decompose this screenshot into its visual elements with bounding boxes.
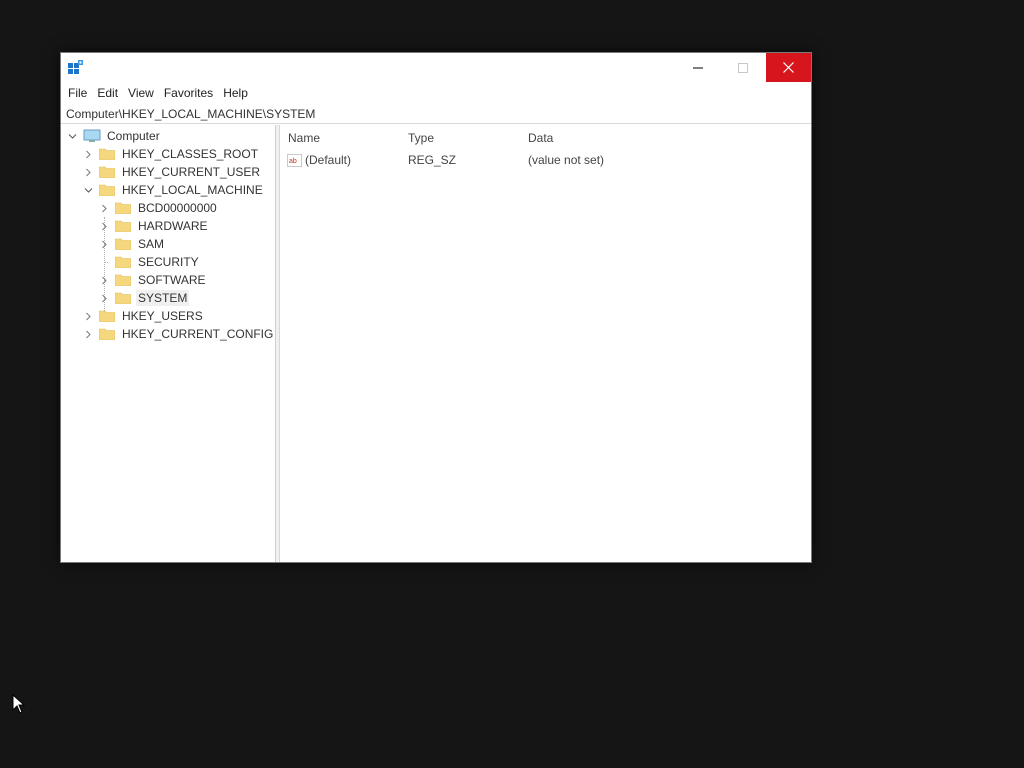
chevron-right-icon[interactable] (99, 293, 109, 303)
tree-item-label: HKEY_CURRENT_USER (122, 165, 261, 179)
folder-icon (114, 220, 132, 233)
maximize-icon (737, 62, 748, 73)
pane-splitter[interactable] (276, 125, 280, 562)
tree-item-computer[interactable]: Computer (67, 127, 162, 145)
chevron-right-icon[interactable] (83, 167, 93, 177)
folder-icon (98, 148, 116, 161)
folder-icon (98, 328, 116, 341)
tree-item-sam[interactable]: SAM (99, 235, 166, 253)
chevron-right-icon[interactable] (83, 311, 93, 321)
registry-editor-window: File Edit View Favorites Help Computer\H… (60, 52, 812, 563)
tree-connector (99, 257, 109, 267)
tree-item-label: SOFTWARE (138, 273, 206, 287)
menu-favorites[interactable]: Favorites (159, 83, 218, 103)
key-tree: Computer HKEY_CLASSES_ROOT HKEY_CURRENT_… (61, 125, 276, 562)
folder-icon (114, 202, 132, 215)
folder-icon (114, 274, 132, 287)
tree-item-label: HKEY_CLASSES_ROOT (122, 147, 259, 161)
tree-item-label: BCD00000000 (138, 201, 217, 215)
menu-bar: File Edit View Favorites Help (61, 83, 811, 103)
tree-item-label: SYSTEM (136, 290, 190, 306)
tree-item-hkey-local-machine[interactable]: HKEY_LOCAL_MACHINE (83, 181, 265, 199)
address-bar[interactable]: Computer\HKEY_LOCAL_MACHINE\SYSTEM (61, 104, 811, 124)
title-bar[interactable] (61, 53, 811, 83)
values-list: Name Type Data ab (Default) REG_SZ (valu… (281, 125, 811, 562)
value-type: REG_SZ (408, 153, 457, 167)
tree-item-hkey-classes-root[interactable]: HKEY_CLASSES_ROOT (83, 145, 260, 163)
tree-item-label: HKEY_LOCAL_MACHINE (122, 183, 263, 197)
tree-item-hkey-users[interactable]: HKEY_USERS (83, 307, 205, 325)
tree-item-bcd00000000[interactable]: BCD00000000 (99, 199, 219, 217)
regedit-icon (68, 60, 83, 74)
chevron-down-icon[interactable] (67, 131, 77, 141)
column-header-type[interactable]: Type (408, 131, 434, 145)
menu-view[interactable]: View (123, 83, 159, 103)
mouse-cursor-icon (12, 694, 26, 714)
minimize-icon (692, 67, 703, 68)
folder-icon (98, 166, 116, 179)
tree-item-hkey-current-user[interactable]: HKEY_CURRENT_USER (83, 163, 262, 181)
svg-text:ab: ab (289, 158, 297, 165)
string-value-icon: ab (287, 153, 302, 167)
close-icon (783, 62, 794, 73)
value-name: (Default) (305, 153, 352, 167)
computer-icon (83, 129, 101, 142)
tree-item-security[interactable]: SECURITY (99, 253, 201, 271)
folder-icon (114, 292, 132, 305)
close-button[interactable] (766, 53, 811, 82)
maximize-button[interactable] (720, 53, 765, 82)
tree-item-label: HKEY_CURRENT_CONFIG (122, 327, 274, 341)
chevron-right-icon[interactable] (99, 275, 109, 285)
value-row-default[interactable]: ab (Default) (287, 153, 351, 167)
menu-edit[interactable]: Edit (92, 83, 123, 103)
menu-file[interactable]: File (63, 83, 92, 103)
column-header-name[interactable]: Name (288, 131, 320, 145)
tree-item-label: SAM (138, 237, 165, 251)
column-header-data[interactable]: Data (528, 131, 553, 145)
tree-item-software[interactable]: SOFTWARE (99, 271, 208, 289)
folder-icon (114, 238, 132, 251)
chevron-right-icon[interactable] (83, 149, 93, 159)
folder-icon (114, 256, 132, 269)
folder-open-icon (98, 184, 116, 197)
chevron-right-icon[interactable] (99, 203, 109, 213)
tree-item-label: HARDWARE (138, 219, 208, 233)
tree-item-label: HKEY_USERS (122, 309, 203, 323)
tree-item-label: Computer (107, 129, 160, 143)
tree-item-hardware[interactable]: HARDWARE (99, 217, 210, 235)
tree-item-hkey-current-config[interactable]: HKEY_CURRENT_CONFIG (83, 325, 275, 343)
chevron-right-icon[interactable] (99, 221, 109, 231)
folder-icon (98, 310, 116, 323)
minimize-button[interactable] (675, 53, 720, 82)
tree-item-label: SECURITY (138, 255, 199, 269)
chevron-right-icon[interactable] (83, 329, 93, 339)
tree-item-system[interactable]: SYSTEM (99, 289, 190, 307)
value-data: (value not set) (528, 153, 605, 167)
menu-help[interactable]: Help (218, 83, 253, 103)
chevron-right-icon[interactable] (99, 239, 109, 249)
chevron-down-icon[interactable] (83, 185, 93, 195)
